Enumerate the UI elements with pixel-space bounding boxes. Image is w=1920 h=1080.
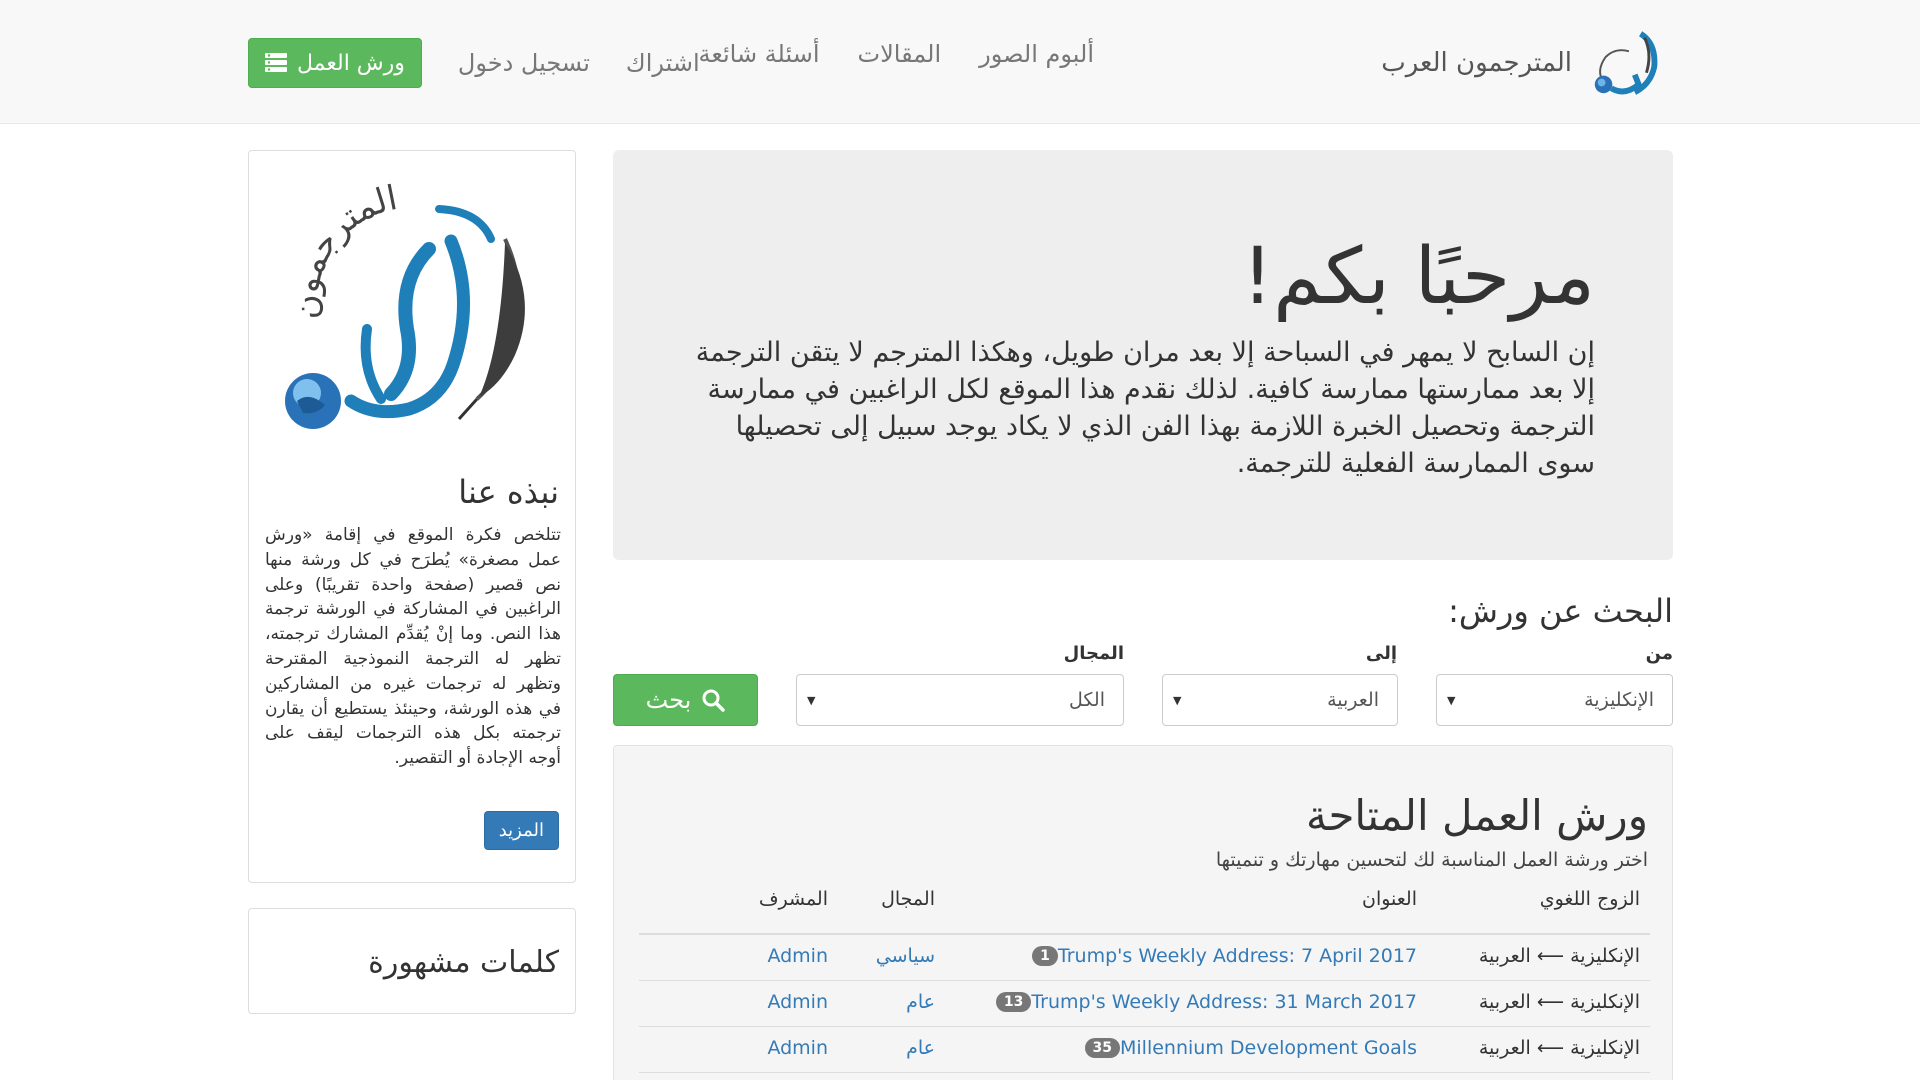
row-field-link[interactable]: سياسي [876, 945, 935, 967]
from-label: من [1645, 643, 1673, 664]
server-icon [265, 53, 287, 72]
popular-tags-card: كلمات مشهورة [248, 908, 576, 1014]
search-button-label: بحث [645, 686, 692, 714]
dropdown-arrow-icon: ▼ [1173, 693, 1182, 707]
top-navbar: المترجمون العرب ألبوم الصور المقالات أسئ… [0, 0, 1920, 124]
to-language-select[interactable]: العربية ▼ [1162, 674, 1398, 726]
nav-login[interactable]: تسجيل دخول [458, 49, 590, 77]
from-language-select[interactable]: الإنكليزية ▼ [1436, 674, 1673, 726]
dropdown-arrow-icon: ▼ [1447, 693, 1456, 707]
field-value: الكل [1069, 689, 1105, 711]
from-language-value: الإنكليزية [1584, 689, 1654, 711]
table-row: الإنكليزية ⟵ العربية 13 Trump's Weekly Ad… [639, 981, 1650, 1027]
row-supervisor-link[interactable]: Admin [767, 991, 828, 1013]
welcome-text: إن السابح لا يمهر في السباحة إلا بعد مرا… [695, 337, 1595, 479]
row-language-pair: الإنكليزية ⟵ العربية [1478, 1037, 1640, 1059]
row-field-link[interactable]: عام [906, 991, 935, 1013]
nav-articles[interactable]: المقالات [858, 40, 942, 68]
more-button[interactable]: المزيد [483, 811, 559, 850]
svg-text:المترجمون: المترجمون [286, 178, 400, 320]
nav-photo-album[interactable]: ألبوم الصور [979, 40, 1094, 68]
site-logo-icon [1594, 31, 1658, 95]
workshops-subtitle: اختر ورشة العمل المناسبة لك لتحسين مهارت… [1215, 849, 1648, 871]
account-nav: اشتراك تسجيل دخول ورش العمل [248, 38, 700, 88]
row-supervisor-link[interactable]: Admin [767, 945, 828, 967]
row-language-pair: الإنكليزية ⟵ العربية [1478, 991, 1640, 1013]
row-supervisor-link[interactable]: Admin [767, 1037, 828, 1059]
welcome-title: مرحبًا بكم! [1241, 232, 1595, 322]
workshops-button-label: ورش العمل [297, 50, 405, 76]
header-supervisor: المشرف [758, 888, 828, 910]
about-title: نبذه عنا [458, 473, 559, 511]
field-select[interactable]: الكل ▼ [796, 674, 1124, 726]
to-language-value: العربية [1327, 689, 1379, 711]
about-card: المترجمون نبذه عنا تتلخص فكرة الموقع في … [248, 150, 576, 883]
row-title-cell: 13 Trump's Weekly Address: 31 March 2017 [988, 991, 1417, 1013]
row-title-cell: 1 Trump's Weekly Address: 7 April 2017 [1024, 945, 1417, 967]
workshop-title-link[interactable]: Trump's Weekly Address: 7 April 2017 [1058, 945, 1417, 967]
arab-translators-logo: المترجمون [285, 178, 525, 429]
welcome-jumbotron: مرحبًا بكم! إن السابح لا يمهر في السباحة… [613, 150, 1673, 560]
table-row: الإنكليزية ⟵ العربية 35 Millennium Develo… [639, 1027, 1650, 1073]
search-icon [702, 689, 726, 712]
search-button[interactable]: بحث [613, 674, 758, 726]
translations-count-badge: 35 [1084, 1038, 1120, 1058]
nav-signup[interactable]: اشتراك [626, 49, 700, 77]
logo-arc-text: المترجمون [286, 178, 400, 320]
table-row: الإنكليزية ⟵ العربية 1 Trump's Weekly Add… [639, 935, 1650, 981]
workshops-button[interactable]: ورش العمل [248, 38, 422, 88]
popular-tags-title: كلمات مشهورة [368, 945, 559, 980]
workshops-panel: ورش العمل المتاحة اختر ورشة العمل المناس… [613, 745, 1673, 1080]
field-label: المجال [1063, 643, 1124, 664]
dropdown-arrow-icon: ▼ [807, 693, 816, 707]
header-language-pair: الزوج اللغوي [1539, 888, 1640, 910]
header-title: العنوان [1361, 888, 1417, 910]
to-label: إلى [1365, 643, 1397, 664]
row-field-link[interactable]: عام [906, 1037, 935, 1059]
nav-faq[interactable]: أسئلة شائعة [699, 40, 820, 68]
workshop-title-link[interactable]: Millennium Development Goals [1120, 1037, 1417, 1059]
brand-text: المترجمون العرب [1381, 48, 1572, 78]
workshop-title-link[interactable]: Trump's Weekly Address: 31 March 2017 [1031, 991, 1417, 1013]
search-title: البحث عن ورش: [1448, 592, 1673, 630]
brand-link[interactable]: المترجمون العرب [1381, 18, 1664, 108]
row-language-pair: الإنكليزية ⟵ العربية [1478, 945, 1640, 967]
translations-count-badge: 13 [995, 992, 1032, 1012]
row-title-cell: 35 Millennium Development Goals [1077, 1037, 1417, 1059]
workshops-title: ورش العمل المتاحة [1305, 791, 1648, 840]
translations-count-badge: 1 [1032, 946, 1058, 966]
about-text: تتلخص فكرة الموقع في إقامة «ورش عمل مصغر… [265, 525, 561, 769]
header-field: المجال [881, 888, 935, 910]
main-nav: ألبوم الصور المقالات أسئلة شائعة [699, 40, 1095, 68]
